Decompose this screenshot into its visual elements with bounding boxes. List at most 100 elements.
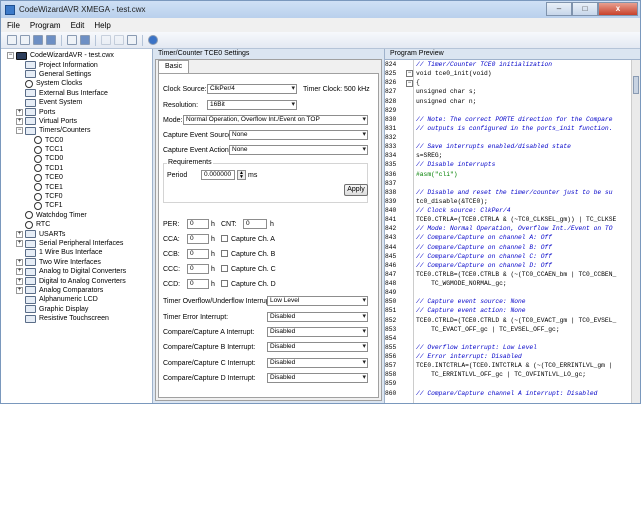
tree-item[interactable]: + Two Wire Interfaces: [7, 258, 152, 267]
code-editor[interactable]: 824 825 826 827 828 829 830 831 832 833 834 835 836 8…: [385, 59, 640, 403]
expand-icon[interactable]: +: [16, 117, 23, 125]
tree-item[interactable]: System Clocks: [7, 79, 152, 88]
tree-item[interactable]: 1 Wire Bus Interface: [7, 248, 152, 257]
tree-item[interactable]: TCE0: [7, 173, 152, 182]
tree-item[interactable]: Event System: [7, 98, 152, 107]
basic-settings-form: Clock Source: ClkPer/4 Timer Clock: 500 …: [158, 73, 379, 398]
fold-cell: [405, 372, 413, 381]
tree-item[interactable]: + Analog Comparators: [7, 286, 152, 295]
line-number: 843: [385, 234, 397, 242]
fold-cell: [405, 299, 413, 308]
undo-icon[interactable]: [101, 35, 111, 45]
capture-b-checkbox[interactable]: [221, 250, 228, 257]
new-file-icon[interactable]: [7, 35, 17, 45]
expand-icon[interactable]: +: [16, 286, 23, 294]
close-button[interactable]: x: [598, 2, 638, 16]
save-as-icon[interactable]: [46, 35, 56, 45]
expand-icon[interactable]: +: [16, 108, 23, 116]
save-icon[interactable]: [33, 35, 43, 45]
period-input[interactable]: 0.000000: [201, 170, 235, 180]
tree-item[interactable]: TCD1: [7, 164, 152, 173]
tree-item[interactable]: + Analog to Digital Converters: [7, 267, 152, 276]
collapse-icon[interactable]: −: [7, 52, 14, 60]
tree-item[interactable]: Watchdog Timer: [7, 211, 152, 220]
cnt-input[interactable]: 0: [243, 219, 267, 229]
capture-d-checkbox[interactable]: [221, 280, 228, 287]
tab-basic[interactable]: Basic: [158, 60, 190, 73]
capture-action-select[interactable]: None: [229, 145, 368, 155]
tree-item[interactable]: + Virtual Ports: [7, 117, 152, 126]
menu-help[interactable]: Help: [94, 21, 110, 30]
menu-file[interactable]: File: [7, 21, 20, 30]
apply-button[interactable]: Apply: [344, 184, 368, 196]
tree-item[interactable]: TCF0: [7, 192, 152, 201]
ccd-input[interactable]: 0: [187, 279, 209, 289]
tree-item[interactable]: − CodeWizardAVR - test.cwx: [7, 51, 152, 60]
tree-item-label: Alphanumeric LCD: [39, 296, 98, 304]
capture-source-select[interactable]: None: [229, 130, 368, 140]
help-icon[interactable]: [148, 35, 158, 45]
ccc-input[interactable]: 0: [187, 264, 209, 274]
program-preview-icon[interactable]: [67, 35, 77, 45]
redo-icon[interactable]: [114, 35, 124, 45]
tree-item[interactable]: TCF1: [7, 201, 152, 210]
code-line: void tce0_init(void): [416, 70, 492, 78]
period-spinner[interactable]: ▲ ▼: [237, 170, 246, 180]
tree-item[interactable]: RTC: [7, 220, 152, 229]
vertical-scrollbar[interactable]: [631, 60, 640, 403]
menu-edit[interactable]: Edit: [71, 21, 85, 30]
tree-item[interactable]: Graphic Display: [7, 305, 152, 314]
compare-b-interrupt-select[interactable]: Disabled: [267, 342, 368, 352]
line-number: 841: [385, 216, 397, 224]
minimize-button[interactable]: –: [546, 2, 572, 16]
fold-toggle-icon[interactable]: −: [406, 70, 413, 78]
tree-item[interactable]: Alphanumeric LCD: [7, 295, 152, 304]
expand-icon[interactable]: +: [16, 230, 23, 238]
menu-program[interactable]: Program: [30, 21, 61, 30]
tree-item[interactable]: General Settings: [7, 70, 152, 79]
expand-icon[interactable]: +: [16, 277, 23, 285]
compare-a-interrupt-select[interactable]: Disabled: [267, 327, 368, 337]
generate-save-icon[interactable]: [80, 35, 90, 45]
tree-item[interactable]: + Ports: [7, 107, 152, 117]
open-folder-icon[interactable]: [20, 35, 30, 45]
compare-d-interrupt-select[interactable]: Disabled: [267, 373, 368, 383]
tree-item[interactable]: + Digital to Analog Converters: [7, 276, 152, 286]
toolbar-separator: [61, 34, 62, 46]
clock-source-select[interactable]: ClkPer/4: [207, 84, 297, 94]
ccb-input[interactable]: 0: [187, 249, 209, 259]
collapse-icon[interactable]: −: [16, 127, 23, 135]
tree-item[interactable]: TCC0: [7, 136, 152, 145]
tree-item[interactable]: TCC1: [7, 145, 152, 154]
capture-c-checkbox[interactable]: [221, 265, 228, 272]
tree-item[interactable]: Resistive Touchscreen: [7, 314, 152, 323]
code-line: unsigned char n;: [416, 97, 477, 105]
tree-item[interactable]: + USARTs: [7, 229, 152, 239]
find-icon[interactable]: [127, 35, 137, 45]
tree-item[interactable]: Project Information: [7, 60, 152, 70]
resolution-select[interactable]: 16Bit: [207, 100, 297, 110]
maximize-button[interactable]: □: [572, 2, 598, 16]
mode-select[interactable]: Normal Operation, Overflow Int./Event on…: [183, 115, 368, 125]
overflow-interrupt-select[interactable]: Low Level: [267, 296, 368, 306]
code-text[interactable]: // Timer/Counter TCE0 initialization void…: [414, 60, 631, 403]
error-interrupt-select[interactable]: Disabled: [267, 312, 368, 322]
tree-item[interactable]: − Timers/Counters: [7, 126, 152, 135]
clock-icon: [34, 192, 42, 201]
tree-item[interactable]: + Serial Peripheral Interfaces: [7, 239, 152, 248]
capture-a-checkbox[interactable]: [221, 235, 228, 242]
tree-item[interactable]: TCE1: [7, 182, 152, 192]
expand-icon[interactable]: +: [16, 258, 23, 266]
tree-item[interactable]: External Bus Interface: [7, 89, 152, 98]
fold-toggle-icon[interactable]: −: [406, 80, 413, 88]
line-number: 849: [385, 289, 397, 297]
code-line: // Overflow interrupt: Low Level: [416, 343, 537, 351]
tree-item-label: External Bus Interface: [39, 89, 108, 97]
per-input[interactable]: 0: [187, 219, 209, 229]
expand-icon[interactable]: +: [16, 268, 23, 276]
tree-item[interactable]: TCD0: [7, 154, 152, 163]
scrollbar-thumb[interactable]: [633, 76, 639, 94]
cca-input[interactable]: 0: [187, 234, 209, 244]
compare-c-interrupt-select[interactable]: Disabled: [267, 358, 368, 368]
expand-icon[interactable]: +: [16, 240, 23, 247]
